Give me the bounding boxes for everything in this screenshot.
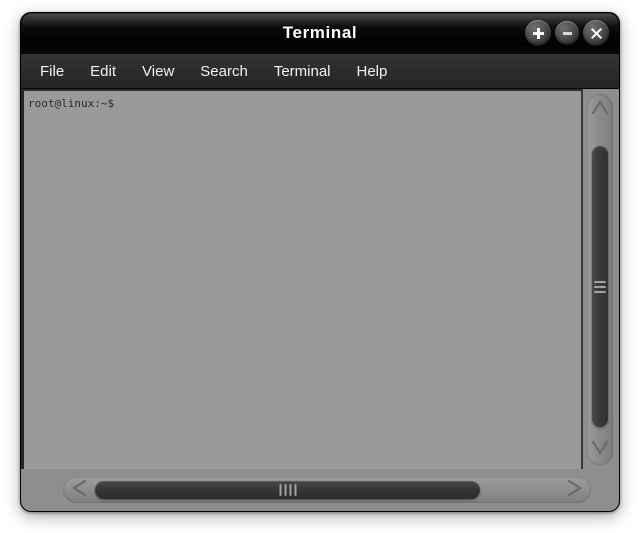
vertical-scrollbar-thumb[interactable] (592, 146, 608, 427)
screen: Terminal File Edit View Search Terminal … (0, 0, 640, 533)
chevron-up-icon (591, 99, 609, 120)
menu-item-edit[interactable]: Edit (77, 60, 129, 83)
scroll-right-button[interactable] (560, 477, 590, 503)
minus-icon (561, 27, 574, 40)
vertical-scrollbar-track[interactable] (592, 126, 608, 433)
chevron-right-icon (567, 478, 583, 502)
scroll-left-button[interactable] (64, 477, 94, 503)
maximize-button[interactable] (525, 20, 551, 46)
menubar: File Edit View Search Terminal Help (21, 54, 619, 89)
chevron-down-icon (591, 439, 609, 461)
vertical-thumb-grip-icon (594, 280, 606, 293)
horizontal-scrollbar-thumb[interactable] (95, 481, 481, 499)
terminal-content-area[interactable]: root@linux:~$ (21, 89, 583, 469)
menu-item-file[interactable]: File (27, 60, 77, 83)
terminal-prompt-line: root@linux:~$ (28, 97, 115, 110)
scroll-up-button[interactable] (587, 96, 613, 122)
window-titlebar[interactable]: Terminal (21, 13, 619, 54)
horizontal-thumb-grip-icon (279, 484, 297, 496)
vertical-scrollbar[interactable] (587, 94, 613, 465)
terminal-window: Terminal File Edit View Search Terminal … (20, 12, 620, 512)
close-button[interactable] (583, 20, 609, 46)
menu-item-search[interactable]: Search (187, 60, 261, 83)
minimize-button[interactable] (555, 21, 579, 45)
window-controls (525, 20, 609, 46)
horizontal-scrollbar-track[interactable] (95, 481, 559, 499)
menu-item-help[interactable]: Help (344, 60, 401, 83)
menu-item-view[interactable]: View (129, 60, 187, 83)
chevron-left-icon (71, 478, 87, 502)
window-body: root@linux:~$ (21, 89, 619, 511)
horizontal-scrollbar[interactable] (63, 477, 591, 503)
close-icon (589, 26, 604, 41)
scroll-down-button[interactable] (587, 437, 613, 463)
plus-icon (531, 26, 546, 41)
menu-item-terminal[interactable]: Terminal (261, 60, 344, 83)
